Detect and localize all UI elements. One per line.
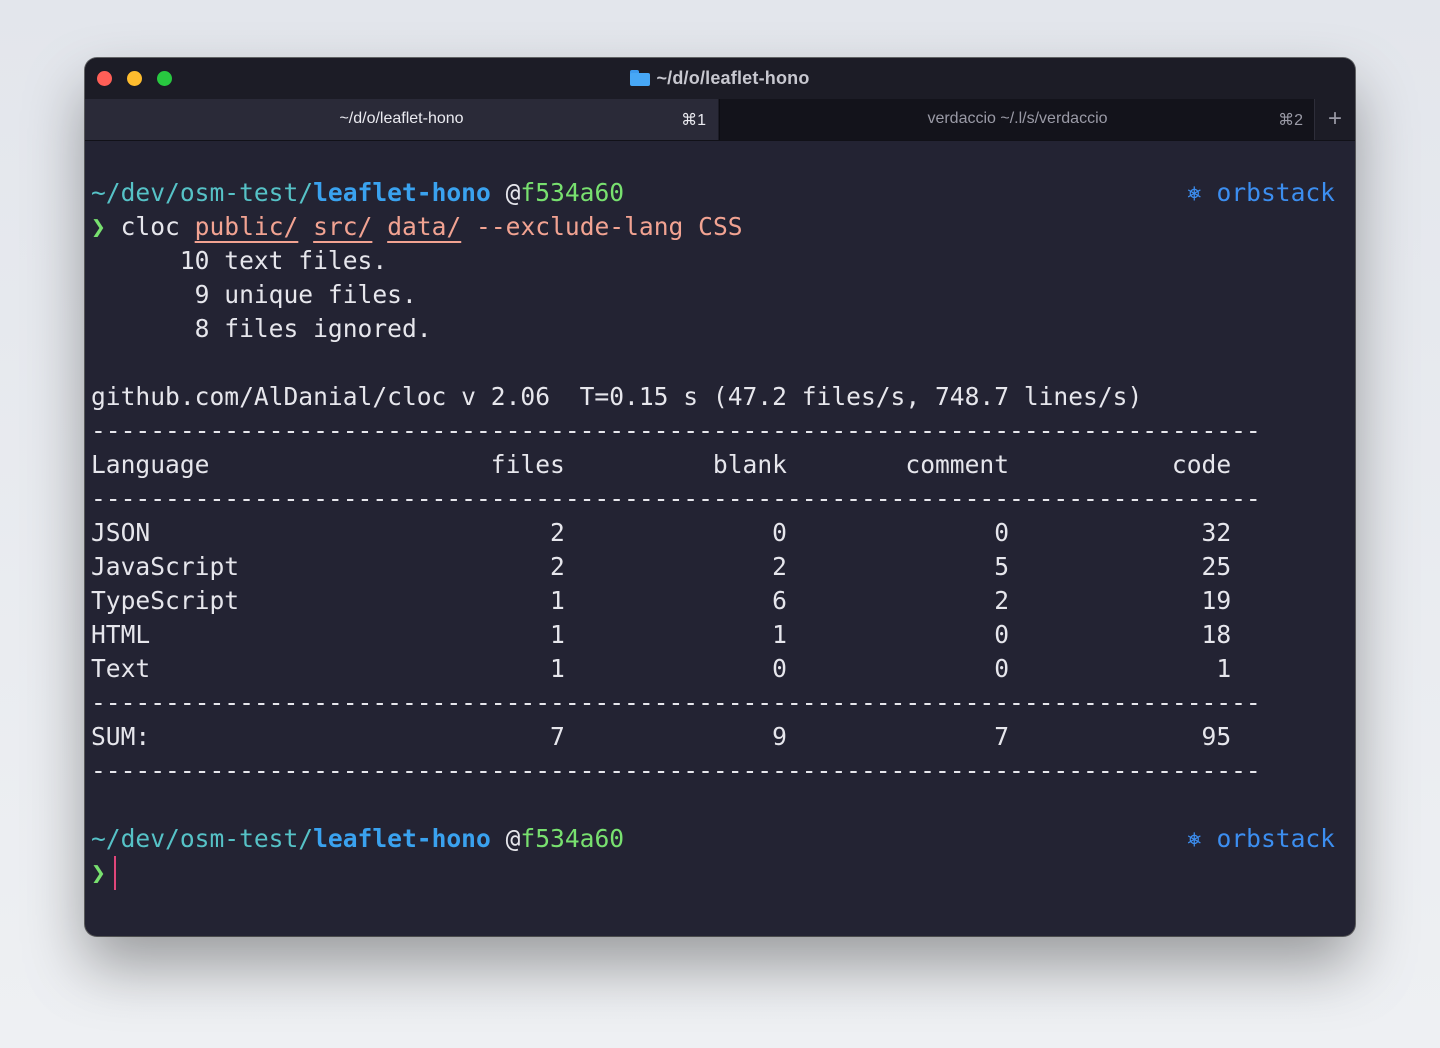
table-row: TypeScript 1 6 2 19 (91, 584, 1355, 618)
table-cell: 0 (786, 518, 1010, 547)
sum-cell: SUM: (91, 722, 314, 751)
command-arg: src/ (313, 212, 373, 241)
tab-label: ~/d/o/leaflet-hono (339, 110, 464, 127)
sum-cell: 9 (564, 722, 787, 751)
prompt-symbol: ❯ (91, 212, 106, 241)
tab-label: verdaccio ~/.l/s/verdaccio (927, 110, 1108, 127)
prompt-dir: leaflet-hono (313, 824, 491, 853)
table-cell: Text (91, 654, 314, 683)
window-title-text: ~/d/o/leaflet-hono (656, 68, 810, 88)
table-header: Language files blank comment code (91, 448, 1355, 482)
table-cell: 6 (564, 586, 787, 615)
prompt-symbol: ❯ (91, 858, 106, 887)
table-cell: 1 (313, 586, 565, 615)
command-name: cloc (120, 212, 180, 241)
prompt-path: ~/dev/osm-test/ (91, 824, 314, 853)
column-header-cell: code (1009, 450, 1232, 479)
table-row: Text 1 0 0 1 (91, 652, 1355, 686)
prompt-line: ~/dev/osm-test/leaflet-hono @f534a60 ⎈ or… (91, 822, 1355, 856)
window-title: ~/d/o/leaflet-hono (85, 68, 1355, 89)
table-cell: 5 (786, 552, 1010, 581)
command-arg: public/ (194, 212, 299, 241)
text-cursor (113, 856, 116, 890)
context-name: orbstack (1216, 178, 1335, 207)
column-header-cell: comment (786, 450, 1010, 479)
output-line: 8 files ignored. (91, 314, 432, 343)
table-cell: HTML (91, 620, 314, 649)
table-cell: 2 (313, 552, 565, 581)
separator: ----------------------------------------… (91, 756, 1261, 785)
table-sum-row: SUM: 7 9 7 95 (91, 720, 1355, 754)
prompt-line: ~/dev/osm-test/leaflet-hono @f534a60 ⎈ or… (91, 176, 1355, 210)
tab-verdaccio[interactable]: verdaccio ~/.l/s/verdaccio ⌘2 (719, 99, 1315, 140)
output-line: 10 text files. (91, 246, 388, 275)
table-cell: 2 (786, 586, 1010, 615)
table-cell: 0 (564, 654, 787, 683)
prompt-path: ~/dev/osm-test/ (91, 178, 314, 207)
table-cell: 2 (313, 518, 565, 547)
prompt-at: @ (505, 178, 521, 207)
command-line: ❯ cloc public/ src/ data/ --exclude-lang… (91, 210, 1355, 244)
table-cell: 32 (1009, 518, 1232, 547)
input-line[interactable]: ❯ (91, 856, 1355, 890)
table-cell: 25 (1009, 552, 1232, 581)
kubernetes-icon: ⎈ (1186, 824, 1202, 853)
column-header-cell: blank (564, 450, 787, 479)
table-row: JavaScript 2 2 5 25 (91, 550, 1355, 584)
title-bar[interactable]: ~/d/o/leaflet-hono (85, 58, 1355, 99)
tab-bar: ~/d/o/leaflet-hono ⌘1 verdaccio ~/.l/s/v… (85, 99, 1355, 141)
git-hash: f534a60 (520, 824, 625, 853)
table-cell: 0 (786, 620, 1010, 649)
command-flag: --exclude-lang CSS (476, 212, 743, 241)
table-cell: 1 (564, 620, 787, 649)
table-cell: 1 (313, 654, 565, 683)
table-cell: 0 (564, 518, 787, 547)
table-cell: JSON (91, 518, 314, 547)
sum-cell: 95 (1009, 722, 1232, 751)
table-cell: 1 (313, 620, 565, 649)
git-hash: f534a60 (520, 178, 625, 207)
sum-cell: 7 (313, 722, 565, 751)
separator: ----------------------------------------… (91, 416, 1261, 445)
table-row: HTML 1 1 0 18 (91, 618, 1355, 652)
separator: ----------------------------------------… (91, 484, 1261, 513)
tab-leaflet-hono[interactable]: ~/d/o/leaflet-hono ⌘1 (85, 99, 718, 140)
table-cell: 18 (1009, 620, 1232, 649)
table-row: JSON 2 0 0 32 (91, 516, 1355, 550)
tab-shortcut: ⌘2 (1278, 112, 1303, 129)
column-header-cell: files (313, 450, 565, 479)
separator: ----------------------------------------… (91, 688, 1261, 717)
table-cell: JavaScript (91, 552, 314, 581)
terminal-output[interactable]: ~/dev/osm-test/leaflet-hono @f534a60 ⎈ or… (91, 176, 1355, 890)
output-line: 9 unique files. (91, 280, 417, 309)
sum-cell: 7 (786, 722, 1010, 751)
table-cell: 0 (786, 654, 1010, 683)
table-cell: 2 (564, 552, 787, 581)
table-cell: 19 (1009, 586, 1232, 615)
context-indicator: ⎈ orbstack (1187, 176, 1335, 210)
tab-shortcut: ⌘1 (681, 112, 706, 129)
context-indicator: ⎈ orbstack (1187, 822, 1335, 856)
table-cell: TypeScript (91, 586, 314, 615)
new-tab-button[interactable]: + (1314, 99, 1355, 140)
terminal-window: ~/d/o/leaflet-hono ~/d/o/leaflet-hono ⌘1… (85, 58, 1355, 936)
prompt-dir: leaflet-hono (313, 178, 491, 207)
table-body: JSON 2 0 0 32 JavaScript 2 2 5 25 TypeScri… (91, 516, 1355, 686)
folder-icon (630, 70, 651, 86)
column-header-cell: Language (91, 450, 314, 479)
cloc-header: github.com/AlDanial/cloc v 2.06 T=0.15 s… (91, 382, 1143, 411)
kubernetes-icon: ⎈ (1186, 178, 1202, 207)
context-name: orbstack (1216, 824, 1335, 853)
prompt-at: @ (505, 824, 521, 853)
table-cell: 1 (1009, 654, 1232, 683)
command-arg: data/ (387, 212, 462, 241)
